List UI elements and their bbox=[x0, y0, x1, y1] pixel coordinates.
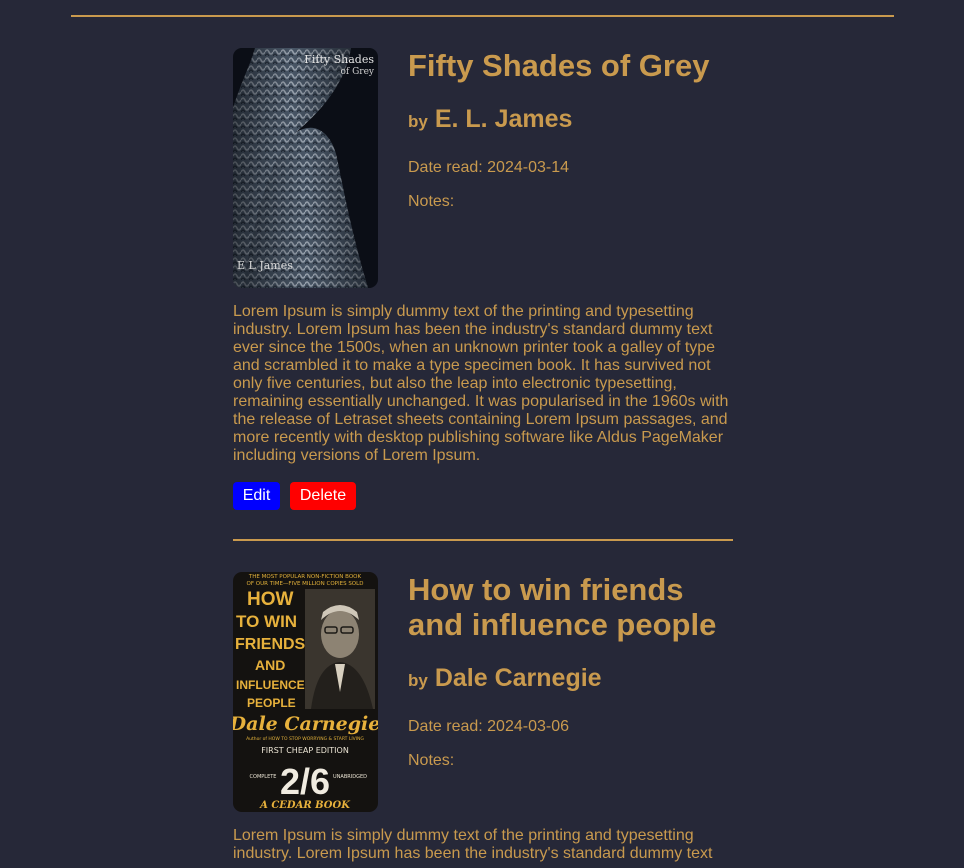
byline: by Dale Carnegie bbox=[408, 664, 738, 693]
byline: by E. L. James bbox=[408, 105, 738, 134]
notes-label: Notes: bbox=[408, 752, 455, 769]
book-author: E. L. James bbox=[434, 105, 573, 133]
cover-title-line-4: AND bbox=[255, 657, 285, 673]
cover-top-line1: THE MOST POPULAR NON-FICTION BOOK bbox=[248, 574, 362, 580]
by-label: by bbox=[408, 112, 428, 131]
cover-author: Dale Carnegie bbox=[233, 713, 378, 735]
book-divider bbox=[233, 539, 733, 541]
book-info: Fifty Shades of Grey by E. L. James Date… bbox=[408, 48, 738, 211]
book-cover-image: THE MOST POPULAR NON-FICTION BOOK OF OUR… bbox=[233, 572, 378, 812]
cover-price: 2/6 bbox=[280, 761, 330, 802]
cover-author: E L James bbox=[237, 259, 293, 272]
top-divider bbox=[71, 15, 894, 17]
cover-top-line2: OF OUR TIME—FIVE MILLION COPIES SOLD bbox=[247, 581, 364, 587]
book-info: How to win friends and influence people … bbox=[408, 572, 738, 770]
book-description: Lorem Ipsum is simply dummy text of the … bbox=[233, 827, 713, 862]
cover-edition: FIRST CHEAP EDITION bbox=[261, 746, 349, 755]
date-read: Date read: 2024-03-06 bbox=[408, 718, 569, 735]
page: Fifty Shades of Grey E L James Fifty Sha… bbox=[0, 0, 964, 868]
cover-title-line-5: INFLUENCE bbox=[236, 678, 305, 692]
book-header: Fifty Shades of Grey E L James Fifty Sha… bbox=[233, 48, 733, 288]
cover-title-line-3: FRIENDS bbox=[235, 636, 306, 653]
book-description: Lorem Ipsum is simply dummy text of the … bbox=[233, 303, 729, 464]
cover-title-line2: of Grey bbox=[340, 67, 374, 77]
book-actions: Edit Delete bbox=[233, 482, 733, 510]
edit-button[interactable]: Edit bbox=[233, 482, 280, 510]
cover-unabridged: UNABRIDGED bbox=[333, 774, 367, 780]
cover-title-line-1: HOW bbox=[247, 589, 294, 610]
book-title: How to win friends and influence people bbox=[408, 572, 717, 642]
carnegie-cover-art: THE MOST POPULAR NON-FICTION BOOK OF OUR… bbox=[233, 572, 378, 812]
cover-title-line-6: PEOPLE bbox=[247, 696, 296, 710]
date-read: Date read: 2024-03-14 bbox=[408, 159, 569, 176]
book-title: Fifty Shades of Grey bbox=[408, 48, 710, 83]
book-author: Dale Carnegie bbox=[434, 664, 602, 692]
tie-cover-art: Fifty Shades of Grey E L James bbox=[233, 48, 378, 288]
book-card: THE MOST POPULAR NON-FICTION BOOK OF OUR… bbox=[233, 572, 733, 863]
cover-complete: COMPLETE bbox=[250, 774, 277, 780]
cover-publisher: A CEDAR BOOK bbox=[259, 800, 351, 811]
book-card: Fifty Shades of Grey E L James Fifty Sha… bbox=[233, 48, 733, 510]
book-header: THE MOST POPULAR NON-FICTION BOOK OF OUR… bbox=[233, 572, 733, 812]
cover-subtitle: Author of HOW TO STOP WORRYING & START L… bbox=[246, 736, 364, 742]
cover-title-line-2: TO WIN bbox=[236, 612, 297, 631]
book-cover-image: Fifty Shades of Grey E L James bbox=[233, 48, 378, 288]
by-label: by bbox=[408, 671, 428, 690]
cover-title-line1: Fifty Shades bbox=[304, 53, 374, 66]
delete-button[interactable]: Delete bbox=[290, 482, 356, 510]
notes-label: Notes: bbox=[408, 193, 455, 210]
